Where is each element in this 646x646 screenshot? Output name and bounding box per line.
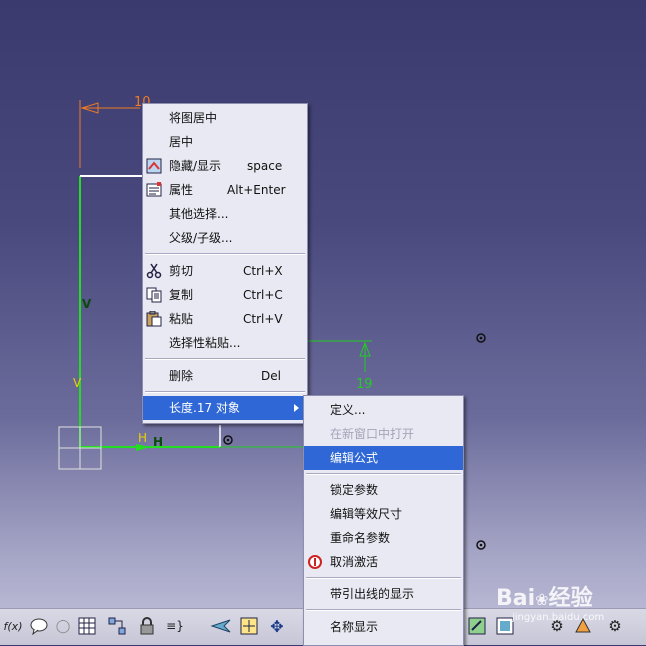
hide-show-icon: [146, 158, 162, 174]
constraint-v-label: V: [82, 297, 92, 311]
menu-item-properties[interactable]: 属性 Alt+Enter: [143, 178, 307, 202]
menu-item-copy[interactable]: 复制 Ctrl+C: [143, 283, 307, 307]
menu-item-label: 长度.17 对象: [169, 401, 240, 415]
swap-view-icon[interactable]: [466, 615, 488, 637]
knowledge-icon[interactable]: [106, 615, 128, 637]
dimension-value-19[interactable]: 19: [356, 377, 373, 392]
menu-item-label: 属性: [169, 183, 194, 197]
menu-item-label: 隐藏/显示: [169, 159, 222, 173]
pan-icon[interactable]: ✥: [266, 615, 288, 637]
menu-item-label: 删除: [169, 369, 194, 383]
menu-item-shortcut: Ctrl+V: [243, 312, 283, 326]
context-menu: 将图居中 居中 隐藏/显示 space 属性 Alt+Enter 其他选择...…: [142, 103, 308, 424]
fit-all-icon[interactable]: [238, 615, 260, 637]
constraint-h-label: H: [153, 435, 163, 449]
paw-icon: ❀: [535, 590, 549, 609]
menu-item-label: 复制: [169, 288, 194, 302]
submenu-item-leader-display[interactable]: 带引出线的显示: [304, 582, 463, 606]
menu-item-cut[interactable]: 剪切 Ctrl+X: [143, 259, 307, 283]
menu-item-hide-show[interactable]: 隐藏/显示 space: [143, 154, 307, 178]
menu-item-paste-special[interactable]: 选择性粘贴...: [143, 331, 307, 355]
submenu-item-definition[interactable]: 定义...: [304, 398, 463, 422]
submenu-item-name-display[interactable]: 名称显示: [304, 615, 463, 639]
menu-item-label: 编辑公式: [330, 451, 379, 465]
menu-item-label: 其他选择...: [169, 207, 229, 221]
menu-item-paste[interactable]: 粘贴 Ctrl+V: [143, 307, 307, 331]
submenu-item-open-new-window: 在新窗口中打开: [304, 422, 463, 446]
menu-item-label: 名称显示: [330, 620, 379, 634]
copy-icon: [146, 287, 162, 303]
formula-label: f(x): [3, 619, 23, 633]
constraint-v-symbol: V: [73, 376, 82, 390]
menu-item-label: 取消激活: [330, 555, 379, 569]
comment-icon[interactable]: [28, 615, 50, 637]
point-icon-center: [479, 336, 483, 340]
deactivate-icon: [308, 555, 322, 569]
menu-item-label: 在新窗口中打开: [330, 427, 415, 441]
menu-item-shortcut: Del: [261, 369, 281, 383]
menu-separator: [145, 358, 305, 360]
settings-icon[interactable]: ⚙: [604, 615, 626, 637]
properties-icon: [146, 182, 162, 197]
menu-item-delete[interactable]: 删除 Del: [143, 364, 307, 388]
menu-item-label: 粘贴: [169, 312, 194, 326]
menu-item-shortcut: space: [247, 159, 283, 173]
menu-separator: [145, 253, 305, 255]
menu-item-length-object[interactable]: 长度.17 对象: [143, 396, 307, 420]
submenu-item-rename-parameter[interactable]: 重命名参数: [304, 526, 463, 550]
constraint-h-symbol: H: [138, 431, 147, 445]
submenu-item-lock-parameter[interactable]: 锁定参数: [304, 478, 463, 502]
submenu-arrow-icon: [294, 404, 299, 412]
menu-item-shortcut: Ctrl+X: [243, 264, 283, 278]
submenu: 定义... 在新窗口中打开 编辑公式 锁定参数 编辑等效尺寸 重命名参数 取消激…: [303, 395, 464, 646]
menu-item-other-selection[interactable]: 其他选择...: [143, 202, 307, 226]
submenu-item-edit-formula[interactable]: 编辑公式: [304, 446, 463, 470]
submenu-item-deactivate[interactable]: 取消激活: [304, 550, 463, 574]
menu-item-label: 将图居中: [169, 111, 218, 125]
paste-icon: [146, 311, 162, 327]
watermark-brand2: 经验: [548, 586, 593, 611]
menu-item-label: 剪切: [169, 264, 194, 278]
menu-item-label: 居中: [169, 135, 194, 149]
menu-item-label: 带引出线的显示: [330, 587, 415, 601]
submenu-item-edit-equivalent-dimensions[interactable]: 编辑等效尺寸: [304, 502, 463, 526]
scissors-icon: [146, 263, 162, 279]
axis-arrow-icon: [136, 444, 150, 451]
formula-button[interactable]: f(x): [0, 615, 26, 637]
point-icon-center: [226, 438, 230, 442]
rules-icon[interactable]: ≡}: [164, 615, 186, 637]
menu-separator: [306, 577, 461, 579]
lock-off-icon[interactable]: ◯: [52, 615, 74, 637]
menu-item-reframe[interactable]: 将图居中: [143, 106, 307, 130]
menu-item-label: 重命名参数: [330, 531, 391, 545]
watermark-brand: Bai: [496, 586, 536, 611]
watermark-logo: Bai❀经验: [496, 580, 593, 612]
menu-separator: [306, 609, 461, 611]
menu-item-label: 锁定参数: [330, 483, 379, 497]
menu-item-label: 定义...: [330, 403, 366, 417]
menu-separator: [145, 391, 305, 393]
menu-item-shortcut: Ctrl+C: [243, 288, 283, 302]
point-icon-center: [479, 543, 483, 547]
menu-item-label: 编辑等效尺寸: [330, 507, 403, 521]
menu-item-parents-children[interactable]: 父级/子级...: [143, 226, 307, 250]
menu-separator: [306, 473, 461, 475]
padlock-icon[interactable]: [136, 615, 158, 637]
menu-item-label: 父级/子级...: [169, 231, 233, 245]
menu-item-shortcut: Alt+Enter: [227, 183, 286, 197]
watermark-url: jingyan.baidu.com: [512, 612, 605, 623]
menu-item-label: 选择性粘贴...: [169, 336, 241, 350]
menu-item-center[interactable]: 居中: [143, 130, 307, 154]
plane-icon[interactable]: [210, 615, 232, 637]
table-icon[interactable]: [76, 615, 98, 637]
